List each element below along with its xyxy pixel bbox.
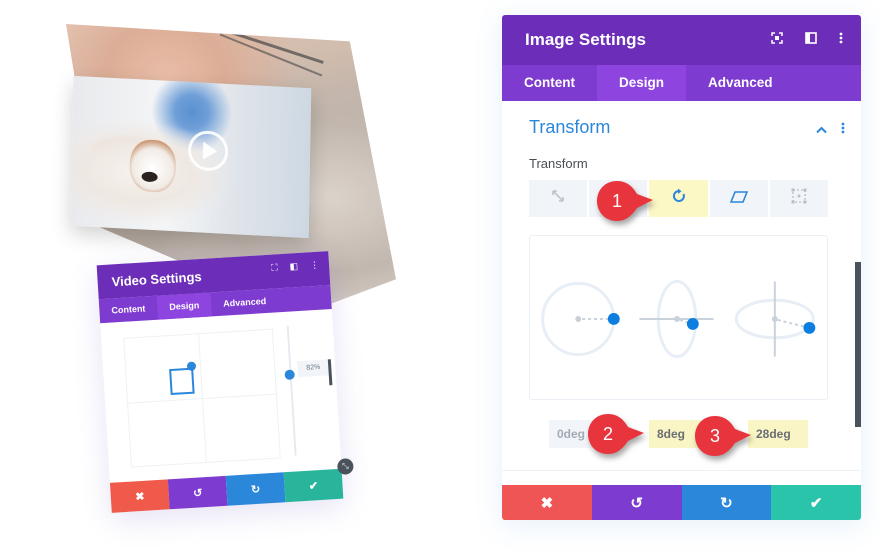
divider <box>502 470 861 471</box>
rotate-y-dial[interactable] <box>639 279 714 359</box>
discard-button[interactable]: ✖ <box>109 479 170 513</box>
video-settings-title: Video Settings <box>111 268 203 290</box>
resize-handle-icon[interactable]: ⤡ <box>336 458 354 475</box>
dial-handle[interactable] <box>686 317 699 330</box>
panel-title: Image Settings <box>525 30 646 49</box>
video-thumbnail[interactable] <box>70 75 312 239</box>
tab-content[interactable]: Content <box>99 296 158 323</box>
transform-field-label: Transform <box>529 156 588 171</box>
dial-handle[interactable] <box>803 321 816 334</box>
transform-tab-rotate[interactable] <box>649 180 708 217</box>
dial-center <box>674 316 680 322</box>
play-icon[interactable] <box>202 141 218 161</box>
panel-tabs: Content Design Advanced <box>502 65 861 101</box>
skew-icon <box>729 190 748 208</box>
callout-number: 1 <box>611 190 622 211</box>
more-options-icon[interactable]: ⋮ <box>310 260 320 272</box>
video-settings-body: 82% <box>100 309 341 483</box>
expand-icon[interactable]: ⛶ <box>271 262 278 273</box>
transform-box <box>169 367 195 396</box>
transform-tab-scale[interactable] <box>529 180 588 217</box>
rotate-preview-box <box>529 235 828 400</box>
section-title[interactable]: Transform <box>529 117 610 138</box>
rotate-z-dial[interactable] <box>734 281 816 357</box>
stage: Video Settings ⛶ ◧ ⋮ Content Design Adva… <box>0 0 880 559</box>
undo-button[interactable]: ↺ <box>167 475 228 510</box>
rotate-axis-diagrams <box>541 279 816 359</box>
more-options-icon[interactable] <box>841 121 845 137</box>
panel-scrollbar[interactable] <box>855 262 861 427</box>
split-view-icon[interactable]: ◧ <box>289 261 298 272</box>
section-controls <box>816 121 845 137</box>
panel-body: Transform Transform 0deg 8deg 28deg <box>502 101 861 485</box>
save-button[interactable]: ✔ <box>283 468 344 503</box>
dial-pointer <box>777 319 806 328</box>
transform-tab-skew[interactable] <box>709 180 768 217</box>
callout-number: 3 <box>709 425 720 446</box>
transform-origin-grid[interactable] <box>123 328 281 468</box>
dog-nose <box>141 171 158 183</box>
transform-tab-origin[interactable] <box>769 180 829 217</box>
expand-icon[interactable] <box>771 31 783 49</box>
callout-2: 2 <box>588 414 646 454</box>
tab-design[interactable]: Design <box>597 65 687 101</box>
scale-slider-track[interactable] <box>286 325 297 456</box>
transform-type-tabs <box>529 180 829 217</box>
rotate-z-input[interactable]: 28deg <box>748 420 808 448</box>
discard-button[interactable]: ✖ <box>502 485 592 520</box>
scale-icon <box>551 189 565 208</box>
dog-image <box>129 138 177 194</box>
video-settings-panel: Video Settings ⛶ ◧ ⋮ Content Design Adva… <box>96 251 354 513</box>
image-settings-panel: Image Settings Content Design Advanced T… <box>502 15 861 520</box>
tab-content[interactable]: Content <box>502 65 597 101</box>
redo-button[interactable]: ↻ <box>681 485 772 520</box>
scale-slider-handle[interactable] <box>284 369 295 381</box>
undo-button[interactable]: ↺ <box>591 485 682 520</box>
transformed-preview-composition: Video Settings ⛶ ◧ ⋮ Content Design Adva… <box>0 0 470 559</box>
video-settings-header-icons: ⛶ ◧ ⋮ <box>271 260 319 274</box>
scale-value-input[interactable]: 82% <box>296 359 330 378</box>
callout-1: 1 <box>597 181 655 221</box>
dial-center <box>771 316 778 322</box>
save-button[interactable]: ✔ <box>771 485 861 520</box>
rotate-icon <box>671 188 687 209</box>
panel-actions: ✖ ↺ ↻ ✔ <box>502 485 861 520</box>
redo-button[interactable]: ↻ <box>225 472 286 506</box>
callout-3: 3 <box>695 416 753 456</box>
tab-advanced[interactable]: Advanced <box>686 65 795 101</box>
split-view-icon[interactable] <box>805 31 817 49</box>
scrollbar[interactable] <box>327 359 333 386</box>
stethoscope-shape <box>218 27 324 64</box>
origin-icon <box>791 188 807 209</box>
rotate-y-input[interactable]: 8deg <box>649 420 701 448</box>
tab-design[interactable]: Design <box>156 292 212 320</box>
callout-number: 2 <box>602 423 613 444</box>
panel-header: Image Settings <box>502 15 861 65</box>
dial-handle[interactable] <box>607 313 620 325</box>
dial-center <box>575 316 582 322</box>
more-options-icon[interactable] <box>839 31 843 49</box>
chevron-up-icon[interactable] <box>816 121 827 137</box>
rotate-x-dial[interactable] <box>541 281 620 357</box>
panel-header-icons <box>771 31 843 49</box>
